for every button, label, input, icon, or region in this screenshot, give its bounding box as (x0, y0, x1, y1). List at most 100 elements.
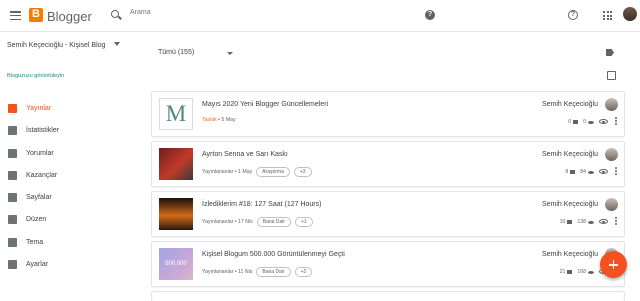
brand-name: Blogger (47, 9, 92, 24)
view-count: 138 (577, 219, 586, 225)
sidebar-item-stats[interactable]: İstatistikler (0, 120, 140, 142)
sidebar-item-settings[interactable]: Ayarlar (0, 254, 140, 276)
blogger-logo-icon[interactable] (29, 8, 43, 22)
account-avatar[interactable] (623, 7, 637, 21)
comment-count: 10 (559, 219, 566, 225)
post-meta: Yayınlananlar • 17 Nis Bana Dair +1 (202, 217, 313, 227)
views-icon (588, 170, 594, 174)
author-avatar (605, 98, 618, 111)
post-status: Yayınlananlar (202, 169, 234, 175)
label-chip[interactable]: Bana Dair (256, 217, 291, 227)
top-bar: Blogger ? ? (0, 0, 640, 32)
post-thumbnail (159, 148, 193, 180)
view-count: 168 (577, 269, 586, 275)
comment-count: 21 (559, 269, 566, 275)
pages-icon (8, 193, 17, 203)
more-labels-chip[interactable]: +1 (295, 217, 313, 227)
sidebar-item-posts[interactable]: Yayınlar (0, 98, 140, 120)
sidebar-item-comments[interactable]: Yorumlar (0, 143, 140, 165)
post-row[interactable]: M Mayıs 2020 Yeni Blogger Güncellemeleri… (151, 91, 625, 137)
settings-icon (8, 260, 17, 270)
post-thumbnail (159, 198, 193, 230)
comment-icon (573, 120, 579, 124)
post-row[interactable]: Ayrton Senna ve Sarı Kaskı Yayınlananlar… (151, 141, 625, 187)
post-row[interactable]: İzlediklerim #18: 127 Saat (127 Hours) Y… (151, 191, 625, 237)
post-date: 17 Nis (238, 219, 253, 225)
label-chip[interactable]: Bana Dair (256, 267, 291, 277)
post-date: 1 May (238, 169, 253, 175)
post-filter-dropdown[interactable]: Tümü (155) (158, 49, 194, 56)
post-author: Semih Keçecioğlu (541, 251, 598, 258)
post-title[interactable]: Kişisel Blogum 500.000 Görüntülenmeyi Ge… (202, 251, 345, 258)
chevron-down-icon[interactable] (227, 52, 233, 55)
post-meta: Yayınlananlar • 1 May Araştırma +3 (202, 167, 312, 177)
post-stats: 10 138 (560, 219, 594, 225)
post-stats: 0 0 (568, 119, 594, 125)
search-input[interactable] (130, 9, 420, 16)
sidebar-item-earnings[interactable]: Kazançlar (0, 165, 140, 187)
post-author: Semih Keçecioğlu (541, 101, 598, 108)
sidebar-nav: Yayınlar İstatistikler Yorumlar Kazançla… (0, 98, 140, 276)
views-icon (588, 220, 594, 224)
search-icon[interactable] (111, 10, 119, 18)
new-post-button[interactable] (600, 251, 627, 278)
comment-count: 0 (568, 119, 572, 125)
post-status: Yayınlananlar (202, 219, 234, 225)
comment-count: 8 (565, 169, 569, 175)
menu-icon[interactable] (10, 11, 21, 21)
author-avatar (605, 198, 618, 211)
select-all-checkbox[interactable] (607, 71, 616, 80)
sidebar: Semih Keçecioğlu - Kişisel Blog Bloguzuz… (0, 32, 140, 295)
more-options-icon[interactable] (615, 117, 617, 125)
post-row-partial (151, 291, 625, 301)
sidebar-item-pages[interactable]: Sayfalar (0, 187, 140, 209)
post-author: Semih Keçecioğlu (541, 201, 598, 208)
comment-icon (567, 270, 573, 274)
blog-selector[interactable]: Semih Keçecioğlu - Kişisel Blog (7, 39, 117, 52)
post-title[interactable]: Ayrton Senna ve Sarı Kaskı (202, 151, 288, 158)
more-labels-chip[interactable]: +2 (294, 267, 313, 277)
author-avatar (605, 148, 618, 161)
help-icon[interactable]: ? (568, 10, 578, 20)
post-row[interactable]: 500.000 Kişisel Blogum 500.000 Görüntüle… (151, 241, 625, 287)
stats-icon (8, 126, 17, 136)
post-status: Yayınlananlar (202, 269, 234, 275)
search-help-icon[interactable]: ? (425, 10, 435, 20)
views-icon (588, 120, 594, 124)
more-options-icon[interactable] (615, 217, 617, 225)
post-author: Semih Keçecioğlu (541, 151, 598, 158)
post-meta: Yayınlananlar • 11 Nis Bana Dair +2 (202, 267, 313, 277)
post-status: Taslak (202, 117, 217, 123)
post-stats: 8 84 (565, 169, 594, 175)
view-blog-link[interactable]: Bloguzuzu görüntüleyin (7, 73, 64, 79)
more-options-icon[interactable] (615, 167, 617, 175)
theme-icon (8, 237, 17, 247)
posts-icon (8, 104, 17, 113)
sidebar-item-layout[interactable]: Düzen (0, 209, 140, 231)
post-meta: Taslak • 5 May (202, 117, 236, 123)
post-thumbnail: M (159, 98, 193, 130)
post-date: 11 Nis (238, 269, 253, 275)
post-title[interactable]: İzlediklerim #18: 127 Saat (127 Hours) (202, 201, 321, 208)
apps-grid-icon[interactable] (603, 11, 612, 20)
earnings-icon (8, 170, 17, 180)
sidebar-item-theme[interactable]: Tema (0, 232, 140, 254)
layout-icon (8, 215, 17, 225)
post-date: 5 May (221, 117, 236, 123)
more-labels-chip[interactable]: +3 (293, 167, 312, 177)
comments-icon (8, 148, 17, 158)
view-count: 0 (583, 119, 586, 125)
label-icon[interactable] (606, 49, 614, 56)
main-content: Tümü (155) M Mayıs 2020 Yeni Blogger Gün… (140, 32, 640, 301)
post-thumbnail: 500.000 (159, 248, 193, 280)
preview-eye-icon[interactable] (599, 169, 608, 174)
post-stats: 21 168 (560, 269, 594, 275)
comment-icon (567, 220, 573, 224)
views-icon (588, 270, 594, 274)
preview-eye-icon[interactable] (599, 219, 608, 224)
chevron-down-icon[interactable] (114, 42, 120, 46)
view-count: 84 (580, 169, 586, 175)
label-chip[interactable]: Araştırma (256, 167, 290, 177)
preview-eye-icon[interactable] (599, 119, 608, 124)
post-title[interactable]: Mayıs 2020 Yeni Blogger Güncellemeleri (202, 101, 328, 108)
